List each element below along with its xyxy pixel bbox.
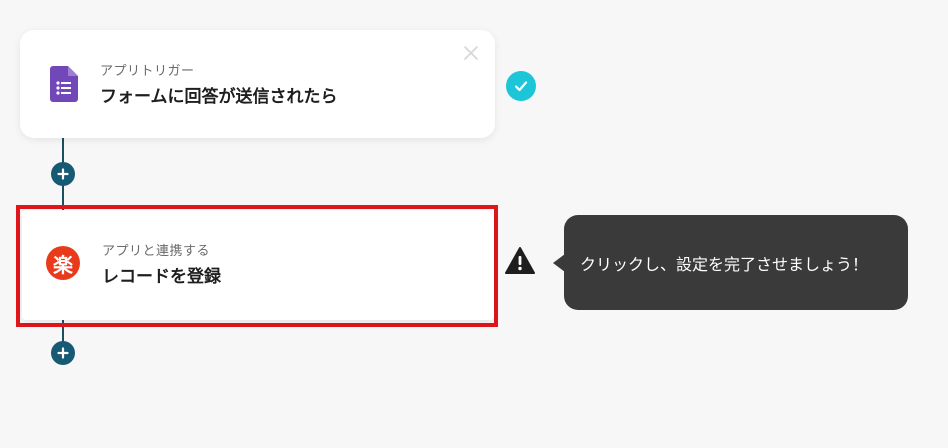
rakuraku-icon: 楽 [46, 246, 80, 280]
action-step-subtitle: アプリと連携する [102, 244, 211, 259]
step-completed-check-icon [506, 71, 536, 101]
trigger-step-subtitle: アプリトリガー [100, 64, 195, 79]
plus-icon [57, 168, 69, 180]
setup-hint-tooltip: クリックし、設定を完了させましょう！ [564, 215, 908, 310]
google-forms-icon [50, 66, 78, 102]
trigger-step-card[interactable]: アプリトリガー フォームに回答が送信されたら [20, 30, 495, 138]
plus-icon [57, 347, 69, 359]
add-step-button[interactable] [51, 341, 75, 365]
warning-icon [505, 247, 535, 274]
action-step-title: レコードを登録 [102, 267, 221, 287]
action-step-card[interactable]: 楽 アプリと連携する レコードを登録 [22, 210, 494, 320]
add-step-button[interactable] [51, 162, 75, 186]
close-icon[interactable] [460, 42, 482, 64]
trigger-step-title: フォームに回答が送信されたら [100, 87, 338, 107]
tooltip-text: クリックし、設定を完了させましょう！ [580, 254, 869, 274]
